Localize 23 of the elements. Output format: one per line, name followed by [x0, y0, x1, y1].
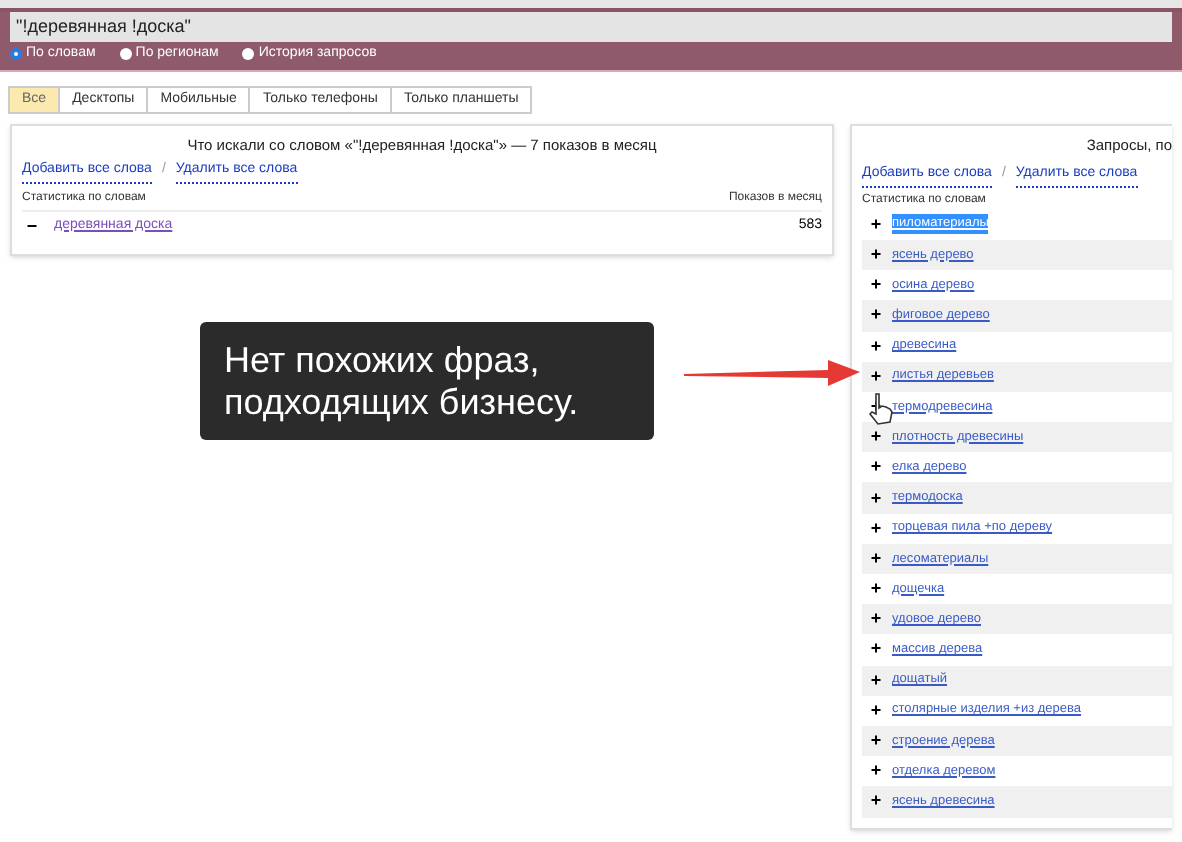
add-button[interactable]: +: [866, 246, 886, 265]
callout-text: подходящих бизнесу.: [224, 381, 581, 423]
add-button[interactable]: +: [866, 610, 886, 629]
add-button[interactable]: +: [866, 640, 886, 659]
callout-text: Нет похожих фраз,: [224, 339, 542, 381]
add-button[interactable]: +: [866, 367, 886, 386]
add-button[interactable]: +: [866, 701, 886, 720]
add-button[interactable]: +: [866, 732, 886, 751]
add-button[interactable]: +: [866, 428, 886, 447]
add-button[interactable]: +: [866, 276, 886, 295]
add-button[interactable]: +: [866, 337, 886, 356]
add-button[interactable]: +: [866, 306, 886, 325]
remove-button[interactable]: −: [22, 217, 42, 235]
add-button[interactable]: +: [866, 489, 886, 508]
arrow-icon: [684, 360, 860, 388]
add-button[interactable]: +: [866, 519, 886, 538]
add-button[interactable]: +: [866, 215, 886, 234]
add-button[interactable]: +: [866, 458, 886, 477]
add-button[interactable]: +: [866, 762, 886, 781]
add-button[interactable]: +: [866, 792, 886, 811]
add-button[interactable]: +: [866, 671, 886, 690]
add-button[interactable]: +: [866, 549, 886, 568]
add-button[interactable]: +: [866, 580, 886, 599]
